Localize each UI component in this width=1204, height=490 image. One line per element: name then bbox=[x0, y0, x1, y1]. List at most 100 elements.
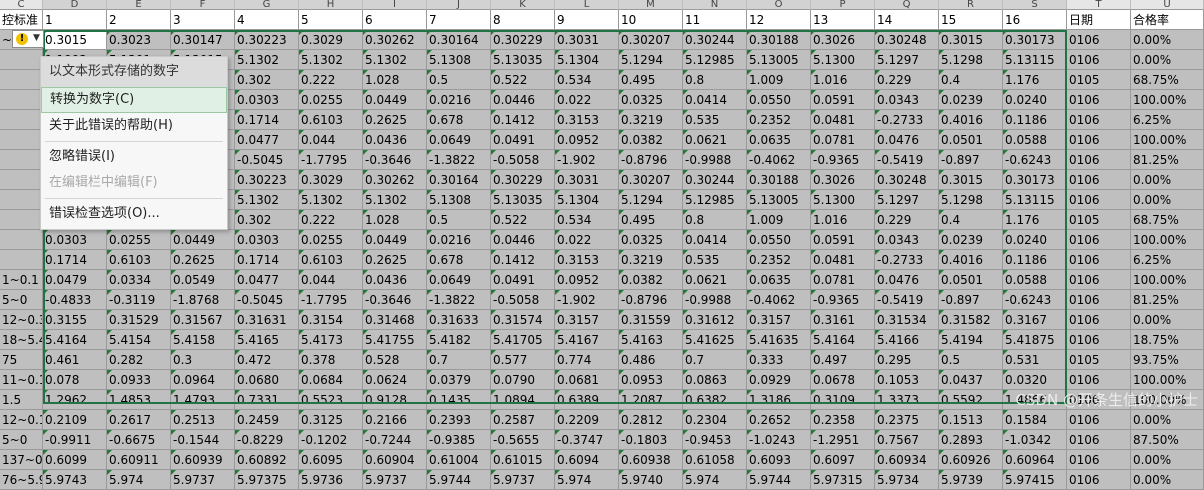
table-cell[interactable]: 0.00% bbox=[1131, 170, 1204, 190]
table-cell[interactable]: 0.0240 bbox=[1003, 230, 1067, 250]
column-header-K[interactable]: K bbox=[491, 0, 555, 10]
table-cell[interactable]: 0.229 bbox=[875, 210, 939, 230]
table-cell[interactable]: 0.5592 bbox=[939, 390, 1003, 410]
table-cell[interactable]: 0.0303 bbox=[235, 230, 299, 250]
table-cell[interactable]: 0106 bbox=[1067, 270, 1131, 290]
table-cell[interactable]: 0.1412 bbox=[491, 110, 555, 130]
table-cell[interactable]: 0.486 bbox=[619, 350, 683, 370]
table-cell[interactable]: 5.974 bbox=[683, 470, 747, 490]
table-cell[interactable]: 0.30248 bbox=[875, 170, 939, 190]
table-cell[interactable]: 0.31633 bbox=[427, 310, 491, 330]
table-cell[interactable]: 0.0501 bbox=[939, 270, 1003, 290]
table-cell[interactable]: 0.0343 bbox=[875, 90, 939, 110]
header-cell[interactable]: 4 bbox=[235, 10, 299, 30]
table-cell[interactable]: 0.2109 bbox=[43, 410, 107, 430]
table-cell[interactable]: 0106 bbox=[1067, 290, 1131, 310]
table-cell[interactable]: 0.0591 bbox=[811, 230, 875, 250]
table-cell[interactable]: 5.13035 bbox=[491, 190, 555, 210]
table-cell[interactable]: 0.5 bbox=[427, 210, 491, 230]
table-cell[interactable]: 100.00% bbox=[1131, 270, 1204, 290]
table-cell[interactable]: 0.0684 bbox=[299, 370, 363, 390]
table-cell[interactable] bbox=[0, 250, 43, 270]
table-cell[interactable]: 0.0588 bbox=[1003, 130, 1067, 150]
column-header-M[interactable]: M bbox=[619, 0, 683, 10]
table-cell[interactable]: 0.0678 bbox=[811, 370, 875, 390]
table-cell[interactable]: 0.6103 bbox=[299, 110, 363, 130]
header-cell[interactable]: 8 bbox=[491, 10, 555, 30]
table-cell[interactable]: 0105 bbox=[1067, 70, 1131, 90]
table-cell[interactable]: 0.6389 bbox=[555, 390, 619, 410]
column-header-C[interactable]: C bbox=[0, 0, 43, 10]
table-cell[interactable]: 0.0476 bbox=[875, 130, 939, 150]
table-cell[interactable]: 5.1298 bbox=[939, 50, 1003, 70]
column-header-J[interactable]: J bbox=[427, 0, 491, 10]
column-header-I[interactable]: I bbox=[363, 0, 427, 10]
table-cell[interactable]: 0.0240 bbox=[1003, 90, 1067, 110]
table-cell[interactable]: -0.5058 bbox=[491, 150, 555, 170]
table-cell[interactable]: 0.4 bbox=[939, 70, 1003, 90]
header-cell[interactable]: 15 bbox=[939, 10, 1003, 30]
table-cell[interactable]: 0.7567 bbox=[875, 430, 939, 450]
table-cell[interactable]: 100.00% bbox=[1131, 370, 1204, 390]
table-cell[interactable]: 0.0624 bbox=[363, 370, 427, 390]
table-cell[interactable]: 0106 bbox=[1067, 130, 1131, 150]
table-cell[interactable]: -0.897 bbox=[939, 290, 1003, 310]
table-cell[interactable]: 5.1297 bbox=[875, 190, 939, 210]
table-cell[interactable]: 5.4165 bbox=[235, 330, 299, 350]
table-cell[interactable]: -0.3747 bbox=[555, 430, 619, 450]
table-cell[interactable]: 0.3219 bbox=[619, 110, 683, 130]
table-cell[interactable]: -0.5419 bbox=[875, 290, 939, 310]
table-cell[interactable]: 0.00% bbox=[1131, 30, 1204, 50]
table-cell[interactable]: 5.97415 bbox=[1003, 470, 1067, 490]
table-cell[interactable]: 0.044 bbox=[299, 270, 363, 290]
table-cell[interactable]: 0.6382 bbox=[683, 390, 747, 410]
table-cell[interactable]: 0.495 bbox=[619, 70, 683, 90]
header-cell[interactable]: 合格率 bbox=[1131, 10, 1204, 30]
table-cell[interactable]: 0.30207 bbox=[619, 30, 683, 50]
table-cell[interactable] bbox=[0, 110, 43, 130]
table-cell[interactable]: 0.3023 bbox=[107, 30, 171, 50]
table-cell[interactable]: 0.0216 bbox=[427, 90, 491, 110]
table-cell[interactable]: 5.4173 bbox=[299, 330, 363, 350]
table-cell[interactable]: 0.00% bbox=[1131, 450, 1204, 470]
table-cell[interactable]: 0.0680 bbox=[235, 370, 299, 390]
table-cell[interactable]: 0.528 bbox=[363, 350, 427, 370]
table-cell[interactable]: 5.1298 bbox=[939, 190, 1003, 210]
table-cell[interactable]: 0.5523 bbox=[299, 390, 363, 410]
table-cell[interactable]: 0.6103 bbox=[107, 250, 171, 270]
table-cell[interactable]: 5.1304 bbox=[555, 50, 619, 70]
table-cell[interactable]: 0.61058 bbox=[683, 450, 747, 470]
table-cell[interactable]: 100.00% bbox=[1131, 90, 1204, 110]
table-cell[interactable]: 0.295 bbox=[875, 350, 939, 370]
header-cell[interactable]: 3 bbox=[171, 10, 235, 30]
table-cell[interactable]: 0.0635 bbox=[747, 270, 811, 290]
table-cell[interactable]: 0.6095 bbox=[299, 450, 363, 470]
table-cell[interactable]: -1.8768 bbox=[171, 290, 235, 310]
table-cell[interactable]: 0.078 bbox=[43, 370, 107, 390]
table-cell[interactable]: 0.7 bbox=[427, 350, 491, 370]
table-cell[interactable]: 0.0863 bbox=[683, 370, 747, 390]
table-cell[interactable]: 0.0781 bbox=[811, 130, 875, 150]
table-cell[interactable]: 0.2375 bbox=[875, 410, 939, 430]
table-cell[interactable]: 0.2393 bbox=[427, 410, 491, 430]
table-cell[interactable]: 5.12985 bbox=[683, 50, 747, 70]
column-header-H[interactable]: H bbox=[299, 0, 363, 10]
table-cell[interactable]: 5.974 bbox=[555, 470, 619, 490]
table-cell[interactable]: 0.0379 bbox=[427, 370, 491, 390]
table-cell[interactable]: 0.30164 bbox=[427, 170, 491, 190]
table-cell[interactable]: 1.4793 bbox=[171, 390, 235, 410]
table-cell[interactable]: 0.3031 bbox=[555, 170, 619, 190]
table-cell[interactable]: 0.2304 bbox=[683, 410, 747, 430]
header-cell[interactable]: 13 bbox=[811, 10, 875, 30]
table-cell[interactable]: 0106 bbox=[1067, 370, 1131, 390]
table-cell[interactable]: 0.0255 bbox=[299, 90, 363, 110]
table-cell[interactable]: 0.0491 bbox=[491, 270, 555, 290]
table-cell[interactable]: 0.0635 bbox=[747, 130, 811, 150]
table-cell[interactable]: 0.5 bbox=[427, 70, 491, 90]
table-cell[interactable]: 0106 bbox=[1067, 30, 1131, 50]
table-cell[interactable]: 1.009 bbox=[747, 210, 811, 230]
table-cell[interactable]: 76~5.9 bbox=[0, 470, 43, 490]
table-cell[interactable]: 0.0436 bbox=[363, 130, 427, 150]
table-cell[interactable]: 5.1308 bbox=[427, 50, 491, 70]
table-cell[interactable]: 0.0550 bbox=[747, 230, 811, 250]
